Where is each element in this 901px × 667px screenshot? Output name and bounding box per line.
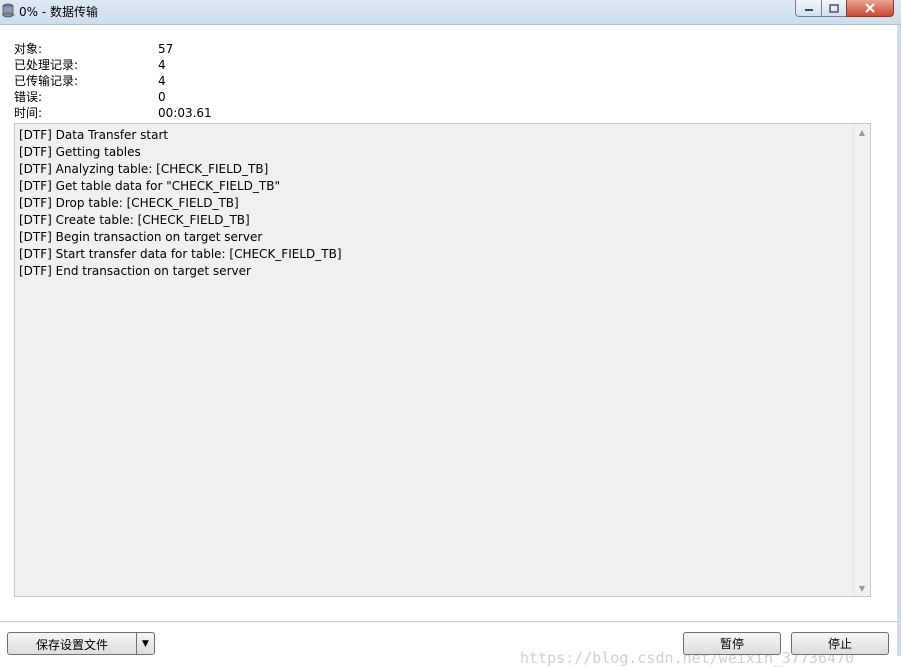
- log-line: [DTF] Analyzing table: [CHECK_FIELD_TB]: [19, 162, 269, 176]
- maximize-button[interactable]: [821, 0, 847, 17]
- stop-button[interactable]: 停止: [791, 632, 889, 655]
- save-settings-button[interactable]: 保存设置文件 ▼: [7, 632, 155, 655]
- log-line: [DTF] Start transfer data for table: [CH…: [19, 247, 342, 261]
- window-title: 0% - 数据传输: [19, 5, 98, 19]
- scroll-track[interactable]: [854, 140, 870, 580]
- log-line: [DTF] Begin transaction on target server: [19, 230, 263, 244]
- maximize-icon: [829, 3, 839, 13]
- log-line: [DTF] Drop table: [CHECK_FIELD_TB]: [19, 196, 239, 210]
- scroll-up-button[interactable]: ▲: [854, 124, 870, 140]
- log-line: [DTF] Create table: [CHECK_FIELD_TB]: [19, 213, 250, 227]
- minimize-button[interactable]: [795, 0, 822, 17]
- stat-label: 已处理记录:: [14, 58, 79, 72]
- log-line: [DTF] Getting tables: [19, 145, 141, 159]
- stat-label: 已传输记录:: [14, 74, 79, 88]
- button-bar: 保存设置文件 ▼ https://blog.csdn.net/weixin_37…: [0, 621, 897, 667]
- log-line: [DTF] Data Transfer start: [19, 128, 169, 142]
- caret-up-icon: ▲: [858, 127, 866, 137]
- close-icon: [865, 3, 875, 13]
- title-bar[interactable]: 0% - 数据传输: [0, 0, 901, 25]
- dialog-body: 对象: 57 已处理记录: 4 已传输记录: 4 错误: 0 时间: 00:03…: [0, 25, 901, 667]
- caret-down-icon: ▼: [142, 638, 149, 649]
- log-scrollbar[interactable]: ▲ ▼: [853, 124, 870, 596]
- save-settings-label: 保存设置文件: [36, 638, 109, 652]
- stat-value: 00:03.61: [158, 106, 212, 120]
- stat-label: 错误:: [14, 90, 43, 104]
- log-line: [DTF] Get table data for "CHECK_FIELD_TB…: [19, 179, 280, 193]
- close-button[interactable]: [846, 0, 894, 17]
- pause-button[interactable]: 暂停: [683, 632, 781, 655]
- log-lines: [DTF] Data Transfer start [DTF] Getting …: [19, 127, 342, 280]
- stat-label: 对象:: [14, 42, 43, 56]
- dropdown-arrow-button[interactable]: ▼: [136, 633, 154, 654]
- log-line: [DTF] End transaction on target server: [19, 264, 251, 278]
- database-transfer-icon: [2, 3, 15, 18]
- stat-value: 4: [158, 58, 166, 72]
- stat-value: 4: [158, 74, 166, 88]
- scroll-down-button[interactable]: ▼: [854, 580, 870, 596]
- stat-label: 时间:: [14, 106, 43, 120]
- stat-value: 57: [158, 42, 174, 56]
- stat-value: 0: [158, 90, 166, 104]
- minimize-icon: [804, 9, 813, 11]
- caret-down-icon: ▼: [858, 583, 866, 593]
- log-output[interactable]: [DTF] Data Transfer start [DTF] Getting …: [14, 123, 871, 597]
